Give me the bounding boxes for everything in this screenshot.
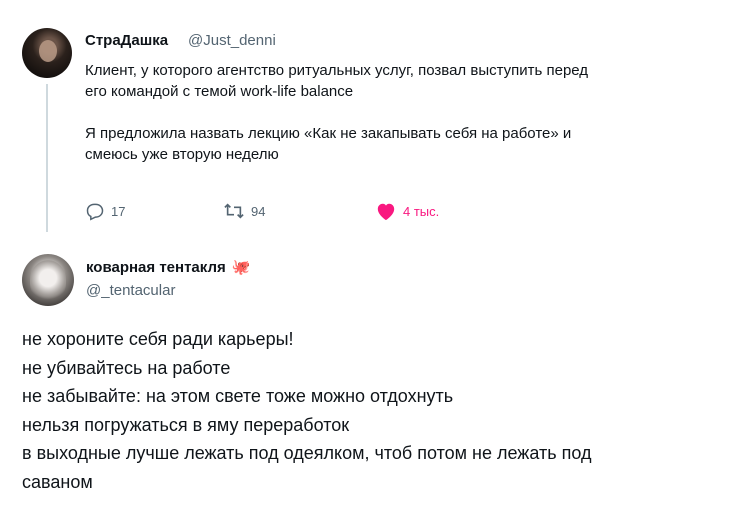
tweet-text: не хороните себя ради карьеры! не убивай…	[22, 325, 732, 496]
tweet-text-line: смеюсь уже вторую неделю	[85, 146, 279, 163]
tweet-reply[interactable]: коварная тентакля 🐙 @_tentacular не хоро…	[0, 240, 756, 522]
reply-icon	[85, 201, 105, 221]
tweet-text-line: Я предложила назвать лекцию «Как не зака…	[85, 125, 572, 142]
tweet-text-line: не хороните себя ради карьеры!	[22, 329, 294, 349]
author-handle[interactable]: @Just_denni	[188, 32, 276, 49]
retweet-button[interactable]: 94	[223, 200, 265, 222]
avatar[interactable]	[22, 254, 74, 306]
like-button[interactable]: 4 тыс.	[375, 200, 439, 222]
tweet-text-line: саваном	[22, 471, 93, 492]
tweet-text-line: не забывайте: на этом свете тоже можно о…	[22, 386, 454, 406]
author-name: коварная тентакля	[86, 258, 226, 276]
tweet-text-line: нельзя погружаться в яму переработок	[22, 414, 350, 435]
octopus-emoji-icon: 🐙	[231, 259, 251, 276]
tweet-text: Клиент, у которого агентство ритуальных …	[85, 60, 725, 165]
avatar[interactable]	[22, 28, 72, 78]
retweet-count: 94	[251, 203, 266, 219]
reply-button[interactable]: 17	[85, 200, 125, 222]
reply-count: 17	[111, 203, 126, 219]
tweet-text-line: не убивайтесь на работе	[22, 357, 231, 378]
action-bar: 17 94 4 тыс.	[85, 200, 505, 222]
thread-line	[46, 84, 48, 232]
tweet-quoted[interactable]: СтраДашка @Just_denni Клиент, у которого…	[0, 0, 756, 240]
author-handle[interactable]: @_tentacular	[86, 282, 175, 299]
tweet-text-line: Клиент, у которого агентство ритуальных …	[85, 62, 589, 79]
author-name-row[interactable]: коварная тентакля 🐙	[86, 258, 251, 277]
tweet-text-line: его командой с темой work-life balance	[85, 83, 354, 100]
tweet-text-line: в выходные лучше лежать под одеялком, чт…	[22, 443, 592, 463]
retweet-icon	[223, 201, 245, 221]
avatar-face	[30, 260, 66, 300]
author-name[interactable]: СтраДашка	[85, 32, 168, 49]
like-count: 4 тыс.	[403, 203, 440, 219]
avatar-face	[39, 40, 57, 62]
heart-icon	[375, 201, 397, 221]
